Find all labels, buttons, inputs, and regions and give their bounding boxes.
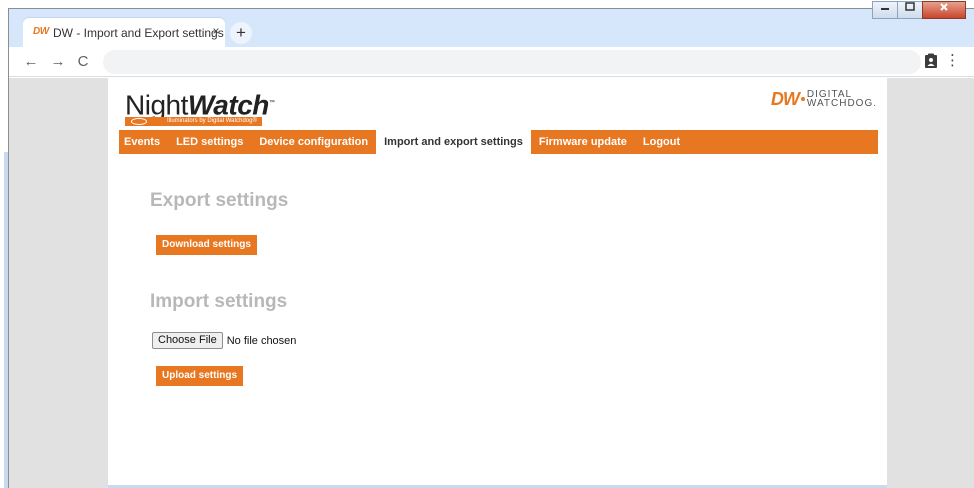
file-picker: Choose File No file chosen [152, 332, 296, 349]
nav-item-import-export-settings[interactable]: Import and export settings [376, 130, 531, 154]
dw-favicon-icon: DW [33, 26, 49, 37]
browser-window: DW DW - Import and Export settings × + ←… [0, 0, 974, 488]
nightwatch-logo: NightWatch™ Illuminators by Digital Watc… [125, 88, 275, 126]
nav-item-led-settings[interactable]: LED settings [168, 130, 251, 154]
logo-trademark: ™ [268, 100, 275, 106]
file-status-text: No file chosen [226, 334, 297, 347]
logo-tagline: Illuminators by Digital Watchdog® [125, 117, 262, 126]
back-arrow-icon[interactable]: ← [21, 52, 41, 72]
logo-name-plain: Night [125, 89, 188, 121]
tab-title: DW - Import and Export settings [53, 26, 224, 40]
dw-logo-dot [800, 97, 805, 101]
minimize-button[interactable] [872, 1, 898, 19]
logo-tagline-text: Illuminators by Digital Watchdog® [167, 118, 257, 124]
eye-icon [131, 118, 147, 125]
address-bar[interactable] [103, 50, 921, 74]
download-settings-button[interactable]: Download settings [156, 235, 257, 255]
main-nav: Events LED settings Device configuration… [119, 130, 878, 154]
maximize-icon [905, 2, 915, 11]
choose-file-button[interactable]: Choose File [152, 332, 223, 349]
nav-item-events[interactable]: Events [119, 130, 168, 154]
maximize-button[interactable] [897, 1, 923, 19]
new-tab-button[interactable]: + [230, 22, 252, 44]
dw-logo-word-watchdog: WATCHDOG. [806, 98, 877, 109]
export-section-title: Export settings [150, 190, 289, 211]
page-viewport: NightWatch™ Illuminators by Digital Watc… [9, 78, 974, 488]
nav-item-logout[interactable]: Logout [635, 130, 688, 154]
kebab-menu-icon[interactable]: ⋮ [945, 52, 960, 70]
browser-tab[interactable]: DW DW - Import and Export settings × [23, 18, 225, 48]
close-window-button[interactable] [922, 1, 966, 19]
browser-toolbar: ← → C ⋮ [9, 47, 974, 77]
window-controls [872, 1, 966, 21]
nav-item-device-configuration[interactable]: Device configuration [251, 130, 376, 154]
close-icon [940, 3, 948, 11]
import-section-title: Import settings [150, 291, 288, 312]
nav-item-firmware-update[interactable]: Firmware update [531, 130, 635, 154]
dw-logo-mark: DW [770, 89, 800, 109]
minimize-icon [881, 8, 889, 10]
tab-strip: DW DW - Import and Export settings × + [9, 9, 974, 48]
reload-icon[interactable]: C [73, 52, 93, 72]
digital-watchdog-logo: DW DIGITAL WATCHDOG. [770, 89, 877, 109]
logo-name-bold: Watch [187, 89, 270, 121]
tab-close-icon[interactable]: × [209, 24, 223, 38]
clipboard-profile-icon[interactable] [924, 53, 938, 69]
forward-arrow-icon[interactable]: → [48, 52, 68, 72]
page-content: NightWatch™ Illuminators by Digital Watc… [108, 78, 887, 488]
upload-settings-button[interactable]: Upload settings [156, 366, 244, 386]
